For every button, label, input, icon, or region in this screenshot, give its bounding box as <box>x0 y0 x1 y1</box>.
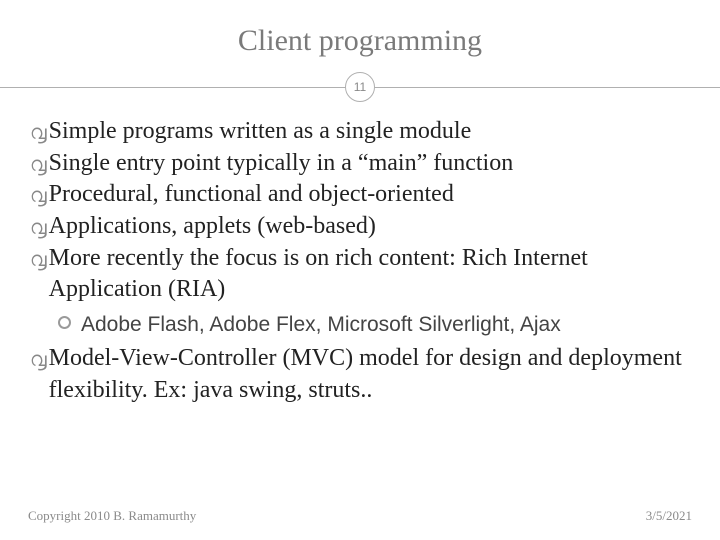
swirl-bullet-icon: ൮ <box>30 152 47 178</box>
content-area: ൮ Simple programs written as a single mo… <box>28 116 692 407</box>
swirl-bullet-icon: ൮ <box>30 247 47 273</box>
footer: Copyright 2010 B. Ramamurthy 3/5/2021 <box>28 508 692 524</box>
bullet-text: Procedural, functional and object-orient… <box>49 179 690 211</box>
bullet-item: ൮ Procedural, functional and object-orie… <box>30 179 690 211</box>
sub-bullet-item: Adobe Flash, Adobe Flex, Microsoft Silve… <box>58 310 690 339</box>
slide: Client programming 11 ൮ Simple programs … <box>0 0 720 540</box>
swirl-bullet-icon: ൮ <box>30 347 47 373</box>
bullet-text: Simple programs written as a single modu… <box>49 116 690 148</box>
bullet-item: ൮ Single entry point typically in a “mai… <box>30 148 690 180</box>
swirl-bullet-icon: ൮ <box>30 120 47 146</box>
swirl-bullet-icon: ൮ <box>30 183 47 209</box>
swirl-bullet-icon: ൮ <box>30 215 47 241</box>
copyright-text: Copyright 2010 B. Ramamurthy <box>28 508 196 524</box>
circle-bullet-icon <box>58 316 71 329</box>
sub-bullet-text: Adobe Flash, Adobe Flex, Microsoft Silve… <box>81 310 561 339</box>
page-number-badge: 11 <box>345 72 375 102</box>
bullet-item: ൮ Simple programs written as a single mo… <box>30 116 690 148</box>
bullet-text: Applications, applets (web-based) <box>49 211 690 243</box>
title-divider: 11 <box>28 72 692 104</box>
bullet-item: ൮ More recently the focus is on rich con… <box>30 243 690 306</box>
bullet-text: Model-View-Controller (MVC) model for de… <box>49 343 690 406</box>
date-text: 3/5/2021 <box>646 508 692 524</box>
bullet-item: ൮ Model-View-Controller (MVC) model for … <box>30 343 690 406</box>
slide-title: Client programming <box>28 24 692 58</box>
bullet-text: Single entry point typically in a “main”… <box>49 148 690 180</box>
bullet-text: More recently the focus is on rich conte… <box>49 243 690 306</box>
bullet-item: ൮ Applications, applets (web-based) <box>30 211 690 243</box>
